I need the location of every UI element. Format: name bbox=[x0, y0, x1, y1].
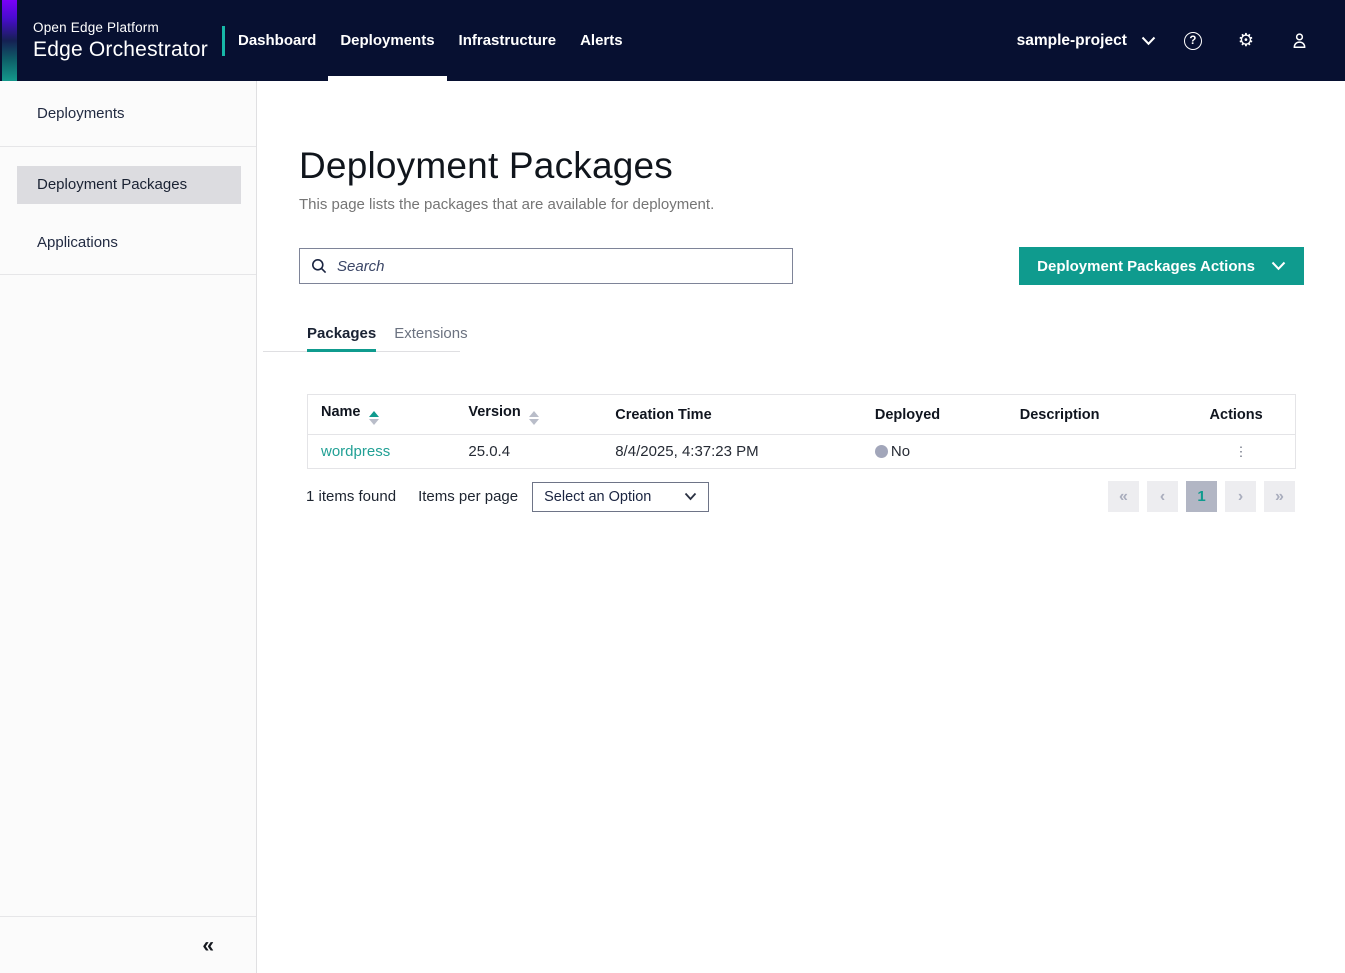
pagination: « ‹ 1 › » bbox=[1108, 481, 1295, 512]
pagination-prev-button[interactable]: ‹ bbox=[1147, 481, 1178, 512]
pagination-page-1-button[interactable]: 1 bbox=[1186, 481, 1217, 512]
tab-label: Extensions bbox=[394, 325, 467, 342]
package-version: 25.0.4 bbox=[468, 443, 510, 460]
column-label: Deployed bbox=[875, 407, 940, 423]
pagination-next-button[interactable]: › bbox=[1225, 481, 1256, 512]
brand-gradient-stripe bbox=[2, 0, 17, 81]
pagination-last-button[interactable]: » bbox=[1264, 481, 1295, 512]
nav-item-label: Alerts bbox=[580, 32, 623, 49]
nav-item-label: Dashboard bbox=[238, 32, 316, 49]
list-footer: 1 items found Items per page Select an O… bbox=[306, 481, 1295, 512]
brand-line1: Open Edge Platform bbox=[33, 20, 208, 35]
nav-item-infrastructure[interactable]: Infrastructure bbox=[447, 0, 569, 81]
brand-line2: Edge Orchestrator bbox=[33, 38, 208, 62]
project-chevron-down-icon[interactable] bbox=[1141, 36, 1156, 46]
column-label: Creation Time bbox=[615, 407, 711, 423]
sidebar-item-label: Deployment Packages bbox=[37, 176, 187, 193]
deployment-packages-actions-button[interactable]: Deployment Packages Actions bbox=[1019, 247, 1304, 285]
sidebar-spacer bbox=[0, 275, 256, 916]
brand-logo[interactable]: Open Edge Platform Edge Orchestrator bbox=[33, 0, 208, 81]
column-label: Version bbox=[468, 404, 520, 420]
status-dot-icon bbox=[875, 445, 888, 458]
page-size-value: Select an Option bbox=[544, 489, 651, 505]
help-icon[interactable]: ? bbox=[1184, 32, 1202, 50]
column-header-version[interactable]: Version bbox=[455, 395, 602, 435]
gear-icon[interactable]: ⚙ bbox=[1238, 30, 1254, 51]
actions-button-label: Deployment Packages Actions bbox=[1037, 258, 1255, 275]
tab-extensions[interactable]: Extensions bbox=[394, 325, 467, 351]
sidebar-item-label: Deployments bbox=[37, 105, 125, 122]
column-header-creation-time: Creation Time bbox=[602, 395, 862, 435]
page-size-select[interactable]: Select an Option bbox=[532, 482, 709, 512]
table-header-row: Name Version Creation Time Deployed Desc bbox=[308, 395, 1296, 435]
sort-icon[interactable] bbox=[529, 411, 539, 425]
chevron-down-icon bbox=[1271, 261, 1286, 271]
main-content: Deployment Packages This page lists the … bbox=[257, 81, 1345, 973]
toolbar: Deployment Packages Actions bbox=[299, 247, 1345, 285]
items-found-text: 1 items found bbox=[306, 488, 396, 505]
sidebar-item-deployments[interactable]: Deployments bbox=[0, 81, 256, 147]
packages-table-wrap: Name Version Creation Time Deployed Desc bbox=[307, 394, 1296, 469]
sort-icon[interactable] bbox=[369, 411, 379, 425]
items-per-page-label: Items per page bbox=[418, 488, 518, 505]
package-creation-time: 8/4/2025, 4:37:23 PM bbox=[615, 443, 758, 460]
deployed-status: No bbox=[875, 443, 1007, 460]
column-header-description: Description bbox=[1007, 395, 1197, 435]
sidebar-item-deployment-packages[interactable]: Deployment Packages bbox=[17, 166, 241, 204]
tab-bar: Packages Extensions bbox=[263, 325, 460, 352]
top-nav: Dashboard Deployments Infrastructure Ale… bbox=[226, 0, 635, 81]
column-header-deployed: Deployed bbox=[862, 395, 1007, 435]
deployed-status-label: No bbox=[891, 443, 910, 460]
search-icon bbox=[311, 258, 327, 274]
nav-item-label: Infrastructure bbox=[459, 32, 557, 49]
nav-item-deployments[interactable]: Deployments bbox=[328, 0, 446, 81]
sidebar-item-applications[interactable]: Applications bbox=[0, 204, 256, 275]
topbar-right: sample-project ? ⚙ bbox=[1017, 0, 1345, 81]
pagination-first-button[interactable]: « bbox=[1108, 481, 1139, 512]
tab-label: Packages bbox=[307, 325, 376, 342]
column-header-actions: Actions bbox=[1197, 395, 1296, 435]
nav-item-label: Deployments bbox=[340, 32, 434, 49]
page-title: Deployment Packages bbox=[299, 145, 1345, 187]
chevron-down-icon bbox=[684, 492, 697, 501]
column-label: Actions bbox=[1210, 407, 1263, 423]
packages-table: Name Version Creation Time Deployed Desc bbox=[307, 394, 1296, 469]
column-label: Description bbox=[1020, 407, 1100, 423]
page-subtitle: This page lists the packages that are av… bbox=[299, 196, 1345, 213]
top-navbar: Open Edge Platform Edge Orchestrator Das… bbox=[0, 0, 1345, 81]
search-input[interactable] bbox=[337, 258, 781, 275]
nav-item-alerts[interactable]: Alerts bbox=[568, 0, 635, 81]
sidebar-item-label: Applications bbox=[37, 234, 118, 251]
search-box[interactable] bbox=[299, 248, 793, 284]
table-row: wordpress 25.0.4 8/4/2025, 4:37:23 PM No… bbox=[308, 435, 1296, 469]
sidebar: Deployments Deployment Packages Applicat… bbox=[0, 81, 257, 973]
user-icon[interactable] bbox=[1290, 31, 1309, 50]
column-label: Name bbox=[321, 404, 361, 420]
tab-packages[interactable]: Packages bbox=[307, 325, 376, 351]
row-actions-kebab-icon[interactable]: ⋮ bbox=[1210, 444, 1248, 460]
sidebar-footer: « bbox=[0, 916, 256, 973]
brand-divider bbox=[222, 26, 225, 56]
project-selector-label[interactable]: sample-project bbox=[1017, 32, 1127, 50]
package-name-link[interactable]: wordpress bbox=[321, 443, 390, 460]
nav-item-dashboard[interactable]: Dashboard bbox=[226, 0, 328, 81]
sidebar-collapse-icon[interactable]: « bbox=[202, 935, 214, 956]
column-header-name[interactable]: Name bbox=[308, 395, 456, 435]
